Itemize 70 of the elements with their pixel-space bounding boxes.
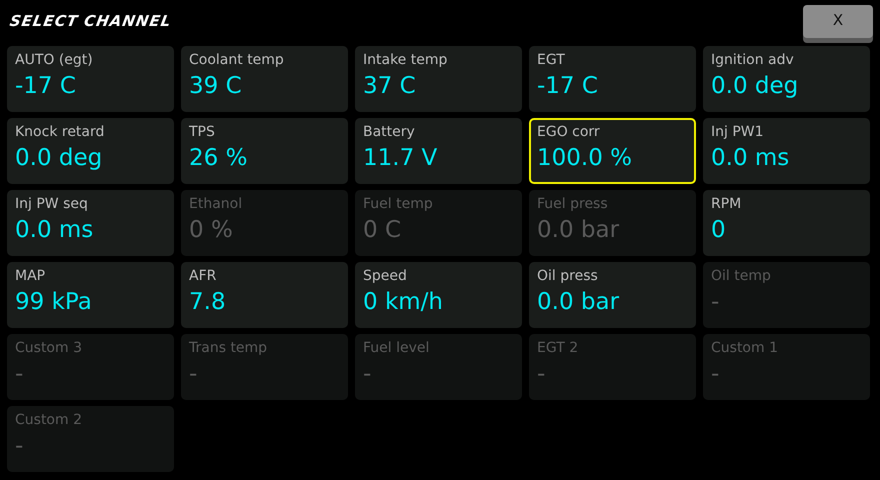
channel-value: 0.0 deg (15, 145, 104, 171)
channel-value: 0 C (363, 217, 402, 243)
channel-name: TPS (189, 124, 216, 140)
channel-value: 0.0 bar (537, 217, 620, 243)
channel-tile[interactable]: TPS 26 % (181, 118, 348, 184)
channel-tile[interactable]: MAP 99 kPa (7, 262, 174, 328)
channel-name: Custom 2 (15, 412, 83, 428)
channel-tile[interactable]: Speed 0 km/h (355, 262, 522, 328)
channel-tile[interactable]: Inj PW1 0.0 ms (703, 118, 870, 184)
channel-name: Fuel press (537, 196, 609, 212)
close-button[interactable]: X (803, 5, 873, 38)
channel-name: EGO corr (537, 124, 601, 140)
channel-name: Ethanol (189, 196, 244, 212)
channel-name: Battery (363, 124, 416, 140)
channel-tile[interactable]: EGT -17 C (529, 46, 696, 112)
channel-name: Oil temp (711, 268, 772, 284)
channel-name: RPM (711, 196, 742, 212)
channel-name: AFR (189, 268, 218, 284)
channel-tile[interactable]: Intake temp 37 C (355, 46, 522, 112)
channel-value: 11.7 V (363, 145, 438, 171)
channel-value: - (711, 361, 720, 387)
channel-tile[interactable]: Coolant temp 39 C (181, 46, 348, 112)
channel-name: Inj PW1 (711, 124, 765, 140)
channel-value: 39 C (189, 73, 243, 99)
channel-value: 37 C (363, 73, 417, 99)
channel-name: Custom 3 (15, 340, 83, 356)
channel-value: -17 C (15, 73, 77, 99)
channel-value: 7.8 (189, 289, 227, 315)
channel-value: 0 (711, 217, 727, 243)
channel-value: 0.0 bar (537, 289, 620, 315)
channel-value: - (15, 433, 24, 459)
channel-value: 100.0 % (537, 145, 634, 171)
channel-name: EGT (537, 52, 566, 68)
channel-value: - (537, 361, 546, 387)
channel-tile[interactable]: Oil press 0.0 bar (529, 262, 696, 328)
channel-value: 0.0 deg (711, 73, 800, 99)
channel-value: 0 % (189, 217, 234, 243)
channel-value: 0.0 ms (711, 145, 790, 171)
channel-name: Speed (363, 268, 408, 284)
channel-value: 99 kPa (15, 289, 93, 315)
channel-value: - (711, 289, 720, 315)
channel-tile[interactable]: EGO corr 100.0 % (529, 118, 696, 184)
channel-tile[interactable]: Knock retard 0.0 deg (7, 118, 174, 184)
channel-name: AUTO (egt) (15, 52, 94, 68)
channel-name: Coolant temp (189, 52, 285, 68)
channel-name: Inj PW seq (15, 196, 89, 212)
channel-value: - (363, 361, 372, 387)
channel-tile[interactable]: AUTO (egt) -17 C (7, 46, 174, 112)
channel-tile[interactable]: Battery 11.7 V (355, 118, 522, 184)
channel-value: 26 % (189, 145, 248, 171)
channel-name: Oil press (537, 268, 599, 284)
channel-value: -17 C (537, 73, 599, 99)
channel-name: Knock retard (15, 124, 106, 140)
channel-name: Custom 1 (711, 340, 779, 356)
channel-tile[interactable]: AFR 7.8 (181, 262, 348, 328)
channel-value: 0 km/h (363, 289, 444, 315)
channel-name: Trans temp (189, 340, 268, 356)
channel-tile[interactable]: Inj PW seq 0.0 ms (7, 190, 174, 256)
channel-name: Ignition adv (711, 52, 795, 68)
channel-name: MAP (15, 268, 46, 284)
channel-tile[interactable]: Ignition adv 0.0 deg (703, 46, 870, 112)
channel-value: - (189, 361, 198, 387)
channel-value: - (15, 361, 24, 387)
channel-tile[interactable]: RPM 0 (703, 190, 870, 256)
screen-title: SELECT CHANNEL (8, 12, 173, 30)
channel-name: EGT 2 (537, 340, 580, 356)
channel-value: 0.0 ms (15, 217, 94, 243)
channel-name: Fuel temp (363, 196, 434, 212)
channel-name: Intake temp (363, 52, 448, 68)
channel-name: Fuel level (363, 340, 430, 356)
